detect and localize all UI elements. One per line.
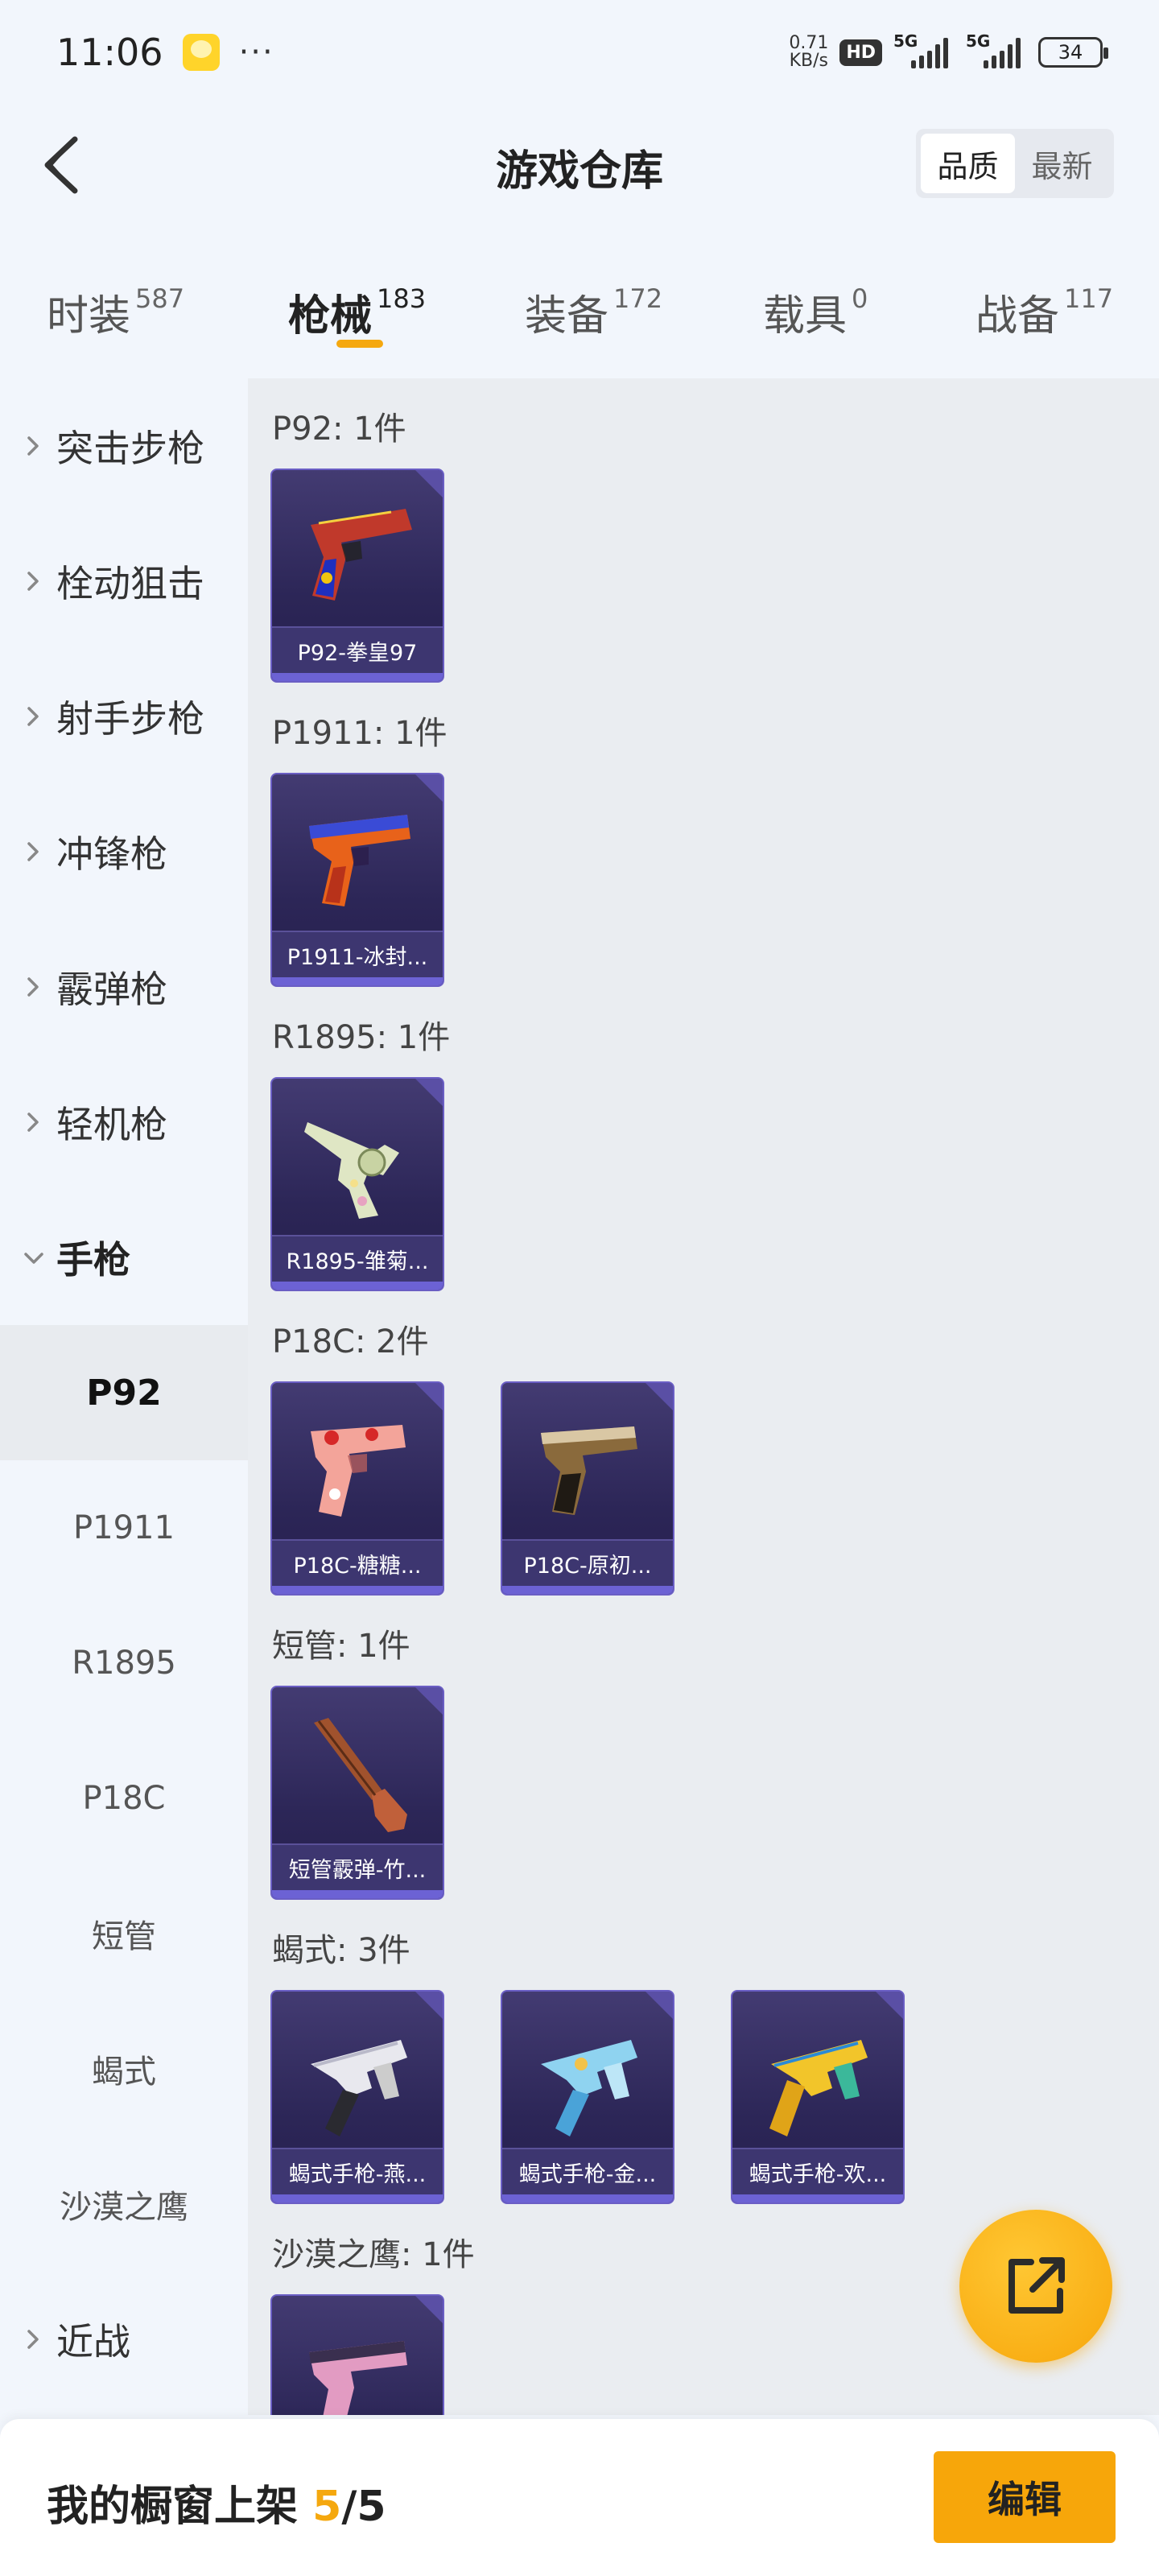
category-tabs: 时装 587 枪械 183 装备 172 载具 0 战备 117 bbox=[0, 266, 1159, 370]
smg-icon bbox=[769, 2040, 868, 2136]
sidebar-group-smg[interactable]: 冲锋枪 bbox=[0, 784, 248, 919]
sidebar-group-lmg[interactable]: 轻机枪 bbox=[0, 1055, 248, 1190]
shotgun-icon bbox=[314, 1718, 407, 1832]
item-name: R1895-雏菊... bbox=[272, 1235, 443, 1282]
tab-supplies[interactable]: 战备 117 bbox=[975, 282, 1113, 342]
tab-fashion[interactable]: 时装 587 bbox=[47, 282, 184, 342]
more-notifications-icon: ··· bbox=[238, 34, 274, 71]
chevron-right-icon bbox=[27, 842, 39, 861]
status-time: 11:06 bbox=[56, 31, 163, 74]
section-title-r1895: R1895: 1件 bbox=[272, 1019, 451, 1056]
item-card[interactable]: 蝎式手枪-燕... bbox=[270, 1990, 444, 2204]
sort-toggle: 品质 最新 bbox=[916, 129, 1114, 198]
item-name: P92-拳皇97 bbox=[272, 626, 443, 673]
tab-equipment[interactable]: 装备 172 bbox=[525, 282, 662, 342]
bottom-bar: 我的橱窗上架 5/5 编辑 bbox=[0, 2419, 1159, 2576]
section-title-p1911: P1911: 1件 bbox=[272, 715, 448, 752]
sidebar-group-bolt-sniper[interactable]: 栓动狙击 bbox=[0, 514, 248, 649]
chevron-right-icon bbox=[27, 707, 39, 726]
item-grid: P92: 1件 P92-拳皇97 P1911: 1件 P1911-冰封... R… bbox=[248, 378, 1159, 2415]
notification-app-icon bbox=[182, 34, 220, 71]
item-name: P1911-冰封... bbox=[272, 931, 443, 977]
section-title-p18c: P18C: 2件 bbox=[272, 1323, 429, 1360]
item-name: P18C-原初... bbox=[502, 1539, 673, 1586]
pistol-icon bbox=[311, 1425, 406, 1517]
sidebar-item-r1895[interactable]: R1895 bbox=[0, 1596, 248, 1731]
chevron-right-icon bbox=[27, 436, 39, 456]
signal-icon-1: 5G bbox=[893, 31, 955, 68]
sidebar-item-skorpion[interactable]: 蝎式 bbox=[0, 2001, 248, 2136]
showcase-current-count: 5 bbox=[312, 2483, 342, 2531]
tab-vehicles[interactable]: 载具 0 bbox=[763, 282, 868, 342]
revolver-icon bbox=[304, 1122, 399, 1219]
item-card[interactable]: P18C-糖糖... bbox=[270, 1381, 444, 1596]
sidebar-item-p1911[interactable]: P1911 bbox=[0, 1460, 248, 1596]
hd-icon: HD bbox=[839, 39, 882, 66]
battery-icon: 34 bbox=[1038, 37, 1108, 68]
sidebar-group-pistol[interactable]: 手枪 bbox=[0, 1190, 248, 1325]
sidebar-item-p18c[interactable]: P18C bbox=[0, 1731, 248, 1866]
section-title-desert-eagle: 沙漠之鹰: 1件 bbox=[272, 2236, 475, 2273]
sidebar-group-melee[interactable]: 近战 bbox=[0, 2272, 248, 2407]
pistol-icon bbox=[309, 815, 410, 906]
item-card[interactable]: P1911-冰封... bbox=[270, 773, 444, 987]
item-card[interactable]: 蝎式手枪-金... bbox=[501, 1990, 674, 2204]
chevron-right-icon bbox=[27, 572, 39, 591]
edit-button[interactable]: 编辑 bbox=[934, 2451, 1116, 2543]
share-icon bbox=[1008, 2257, 1065, 2314]
chevron-down-icon bbox=[24, 1253, 43, 1264]
sidebar-group-marksman-rifle[interactable]: 射手步枪 bbox=[0, 649, 248, 784]
item-card[interactable]: R1895-雏菊... bbox=[270, 1077, 444, 1291]
smg-icon bbox=[311, 2040, 407, 2136]
sidebar-item-p92[interactable]: P92 bbox=[0, 1325, 248, 1460]
showcase-status: 我的橱窗上架 5/5 bbox=[47, 2483, 386, 2531]
tab-firearms[interactable]: 枪械 183 bbox=[288, 282, 426, 342]
share-button[interactable] bbox=[959, 2210, 1112, 2363]
showcase-total-count: 5 bbox=[357, 2483, 386, 2531]
sidebar-item-desert-eagle[interactable]: 沙漠之鹰 bbox=[0, 2136, 248, 2272]
section-title-skorpion: 蝎式: 3件 bbox=[272, 1932, 410, 1969]
item-card[interactable]: P92-拳皇97 bbox=[270, 469, 444, 683]
pistol-icon bbox=[309, 2341, 407, 2415]
item-card[interactable]: P18C-原初... bbox=[501, 1381, 674, 1596]
item-name: 蝎式手枪-金... bbox=[502, 2148, 673, 2194]
net-speed: 0.71 KB/s bbox=[789, 33, 829, 71]
item-card[interactable]: 蝎式手枪-欢... bbox=[731, 1990, 905, 2204]
item-name: 蝎式手枪-欢... bbox=[732, 2148, 903, 2194]
smg-icon bbox=[541, 2040, 637, 2136]
item-card[interactable]: 短管霰弹-竹... bbox=[270, 1686, 444, 1900]
sidebar: 突击步枪 栓动狙击 射手步枪 冲锋枪 霰弹枪 轻机枪 手枪 P92 P1911 … bbox=[0, 378, 248, 2415]
chevron-right-icon bbox=[27, 2330, 39, 2349]
sidebar-item-sawed-off[interactable]: 短管 bbox=[0, 1866, 248, 2001]
pistol-icon bbox=[541, 1426, 637, 1515]
item-card[interactable] bbox=[270, 2294, 444, 2415]
sort-option-quality[interactable]: 品质 bbox=[921, 134, 1015, 193]
active-tab-indicator bbox=[336, 340, 383, 348]
sort-option-latest[interactable]: 最新 bbox=[1015, 134, 1109, 193]
status-bar: 11:06 ··· 0.71 KB/s HD 5G 5G 34 bbox=[0, 0, 1159, 105]
pistol-icon bbox=[311, 509, 412, 601]
chevron-right-icon bbox=[27, 977, 39, 997]
sidebar-group-shotgun[interactable]: 霰弹枪 bbox=[0, 919, 248, 1055]
section-title-p92: P92: 1件 bbox=[272, 411, 406, 448]
section-title-sawed-off: 短管: 1件 bbox=[272, 1628, 410, 1665]
sidebar-group-assault-rifle[interactable]: 突击步枪 bbox=[0, 378, 248, 514]
signal-icon-2: 5G bbox=[966, 31, 1027, 68]
header: 游戏仓库 品质 最新 bbox=[0, 113, 1159, 217]
item-name: 蝎式手枪-燕... bbox=[272, 2148, 443, 2194]
item-name: P18C-糖糖... bbox=[272, 1539, 443, 1586]
chevron-right-icon bbox=[27, 1113, 39, 1132]
item-name: 短管霰弹-竹... bbox=[272, 1843, 443, 1890]
